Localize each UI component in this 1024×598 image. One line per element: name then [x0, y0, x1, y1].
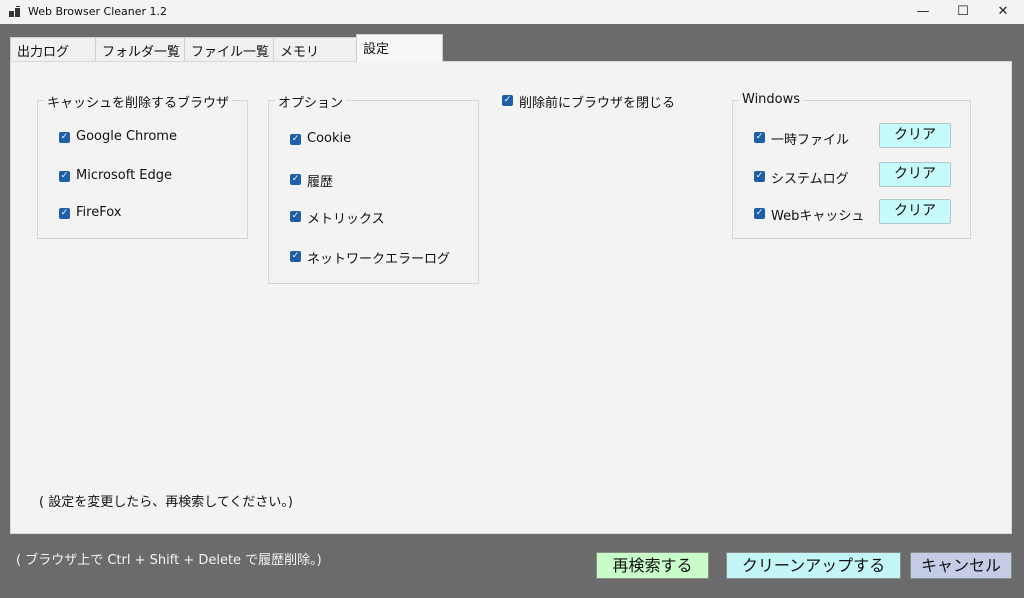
history-label: 履歴: [307, 175, 334, 190]
checkbox-checked-icon[interactable]: ✓: [754, 171, 765, 182]
footer-note: ( ブラウザ上で Ctrl + Shift + Delete で履歴削除。): [16, 553, 322, 568]
checkbox-checked-icon[interactable]: ✓: [290, 251, 301, 262]
clear-temp-files-button[interactable]: クリア: [879, 123, 951, 148]
settings-panel: キャッシュを削除するブラウザ ✓ Google Chrome ✓ Microso…: [10, 61, 1012, 534]
system-log-label: システムログ: [771, 172, 849, 187]
cleanup-button[interactable]: クリーンアップする: [726, 552, 901, 579]
windows-group-title: Windows: [739, 92, 804, 107]
edge-label: Microsoft Edge: [76, 168, 173, 183]
checkbox-checked-icon[interactable]: ✓: [502, 95, 513, 106]
checkbox-checked-icon[interactable]: ✓: [59, 132, 70, 143]
checkbox-checked-icon[interactable]: ✓: [754, 208, 765, 219]
tab-strip: 出力ログ フォルダ一覧 ファイル一覧 メモリ 設定: [10, 34, 450, 62]
close-browser-label: 削除前にブラウザを閉じる: [519, 96, 676, 111]
maximize-button[interactable]: ☐: [943, 0, 983, 24]
chrome-label: Google Chrome: [76, 129, 177, 144]
firefox-label: FireFox: [76, 205, 122, 220]
web-cache-label: Webキャッシュ: [771, 209, 865, 224]
cache-group-title: キャッシュを削除するブラウザ: [44, 92, 233, 111]
close-button[interactable]: ✕: [983, 0, 1023, 24]
temp-files-label: 一時ファイル: [771, 133, 850, 148]
checkbox-checked-icon[interactable]: ✓: [754, 132, 765, 143]
checkbox-checked-icon[interactable]: ✓: [290, 211, 301, 222]
cancel-button[interactable]: キャンセル: [910, 552, 1012, 579]
app-icon: [9, 6, 21, 18]
option-group-title: オプション: [275, 92, 347, 111]
minimize-button[interactable]: —: [903, 0, 943, 24]
tab-file-list[interactable]: ファイル一覧: [184, 37, 274, 61]
window-title: Web Browser Cleaner 1.2: [28, 5, 168, 18]
clear-web-cache-button[interactable]: クリア: [879, 199, 951, 224]
cache-browser-group: キャッシュを削除するブラウザ ✓ Google Chrome ✓ Microso…: [37, 92, 248, 239]
checkbox-checked-icon[interactable]: ✓: [290, 174, 301, 185]
metrics-label: メトリックス: [307, 212, 385, 227]
tab-output-log[interactable]: 出力ログ: [10, 37, 96, 61]
research-button[interactable]: 再検索する: [596, 552, 709, 579]
network-error-log-label: ネットワークエラーログ: [307, 252, 451, 267]
tab-folder-list[interactable]: フォルダ一覧: [95, 37, 185, 61]
option-group: オプション ✓ Cookie ✓ 履歴 ✓ メトリックス ✓ ネットワークエラー…: [268, 92, 479, 284]
windows-group: Windows ✓ 一時ファイル クリア ✓ システムログ クリア ✓ Webキ…: [732, 92, 971, 239]
checkbox-checked-icon[interactable]: ✓: [290, 134, 301, 145]
tab-memory[interactable]: メモリ: [273, 37, 357, 61]
checkbox-checked-icon[interactable]: ✓: [59, 171, 70, 182]
settings-note: ( 設定を変更したら、再検索してください。): [39, 495, 293, 510]
cookie-label: Cookie: [307, 131, 352, 146]
checkbox-checked-icon[interactable]: ✓: [59, 208, 70, 219]
title-bar: Web Browser Cleaner 1.2 — ☐ ✕: [0, 0, 1024, 24]
tab-settings[interactable]: 設定: [356, 34, 443, 62]
clear-system-log-button[interactable]: クリア: [879, 162, 951, 187]
